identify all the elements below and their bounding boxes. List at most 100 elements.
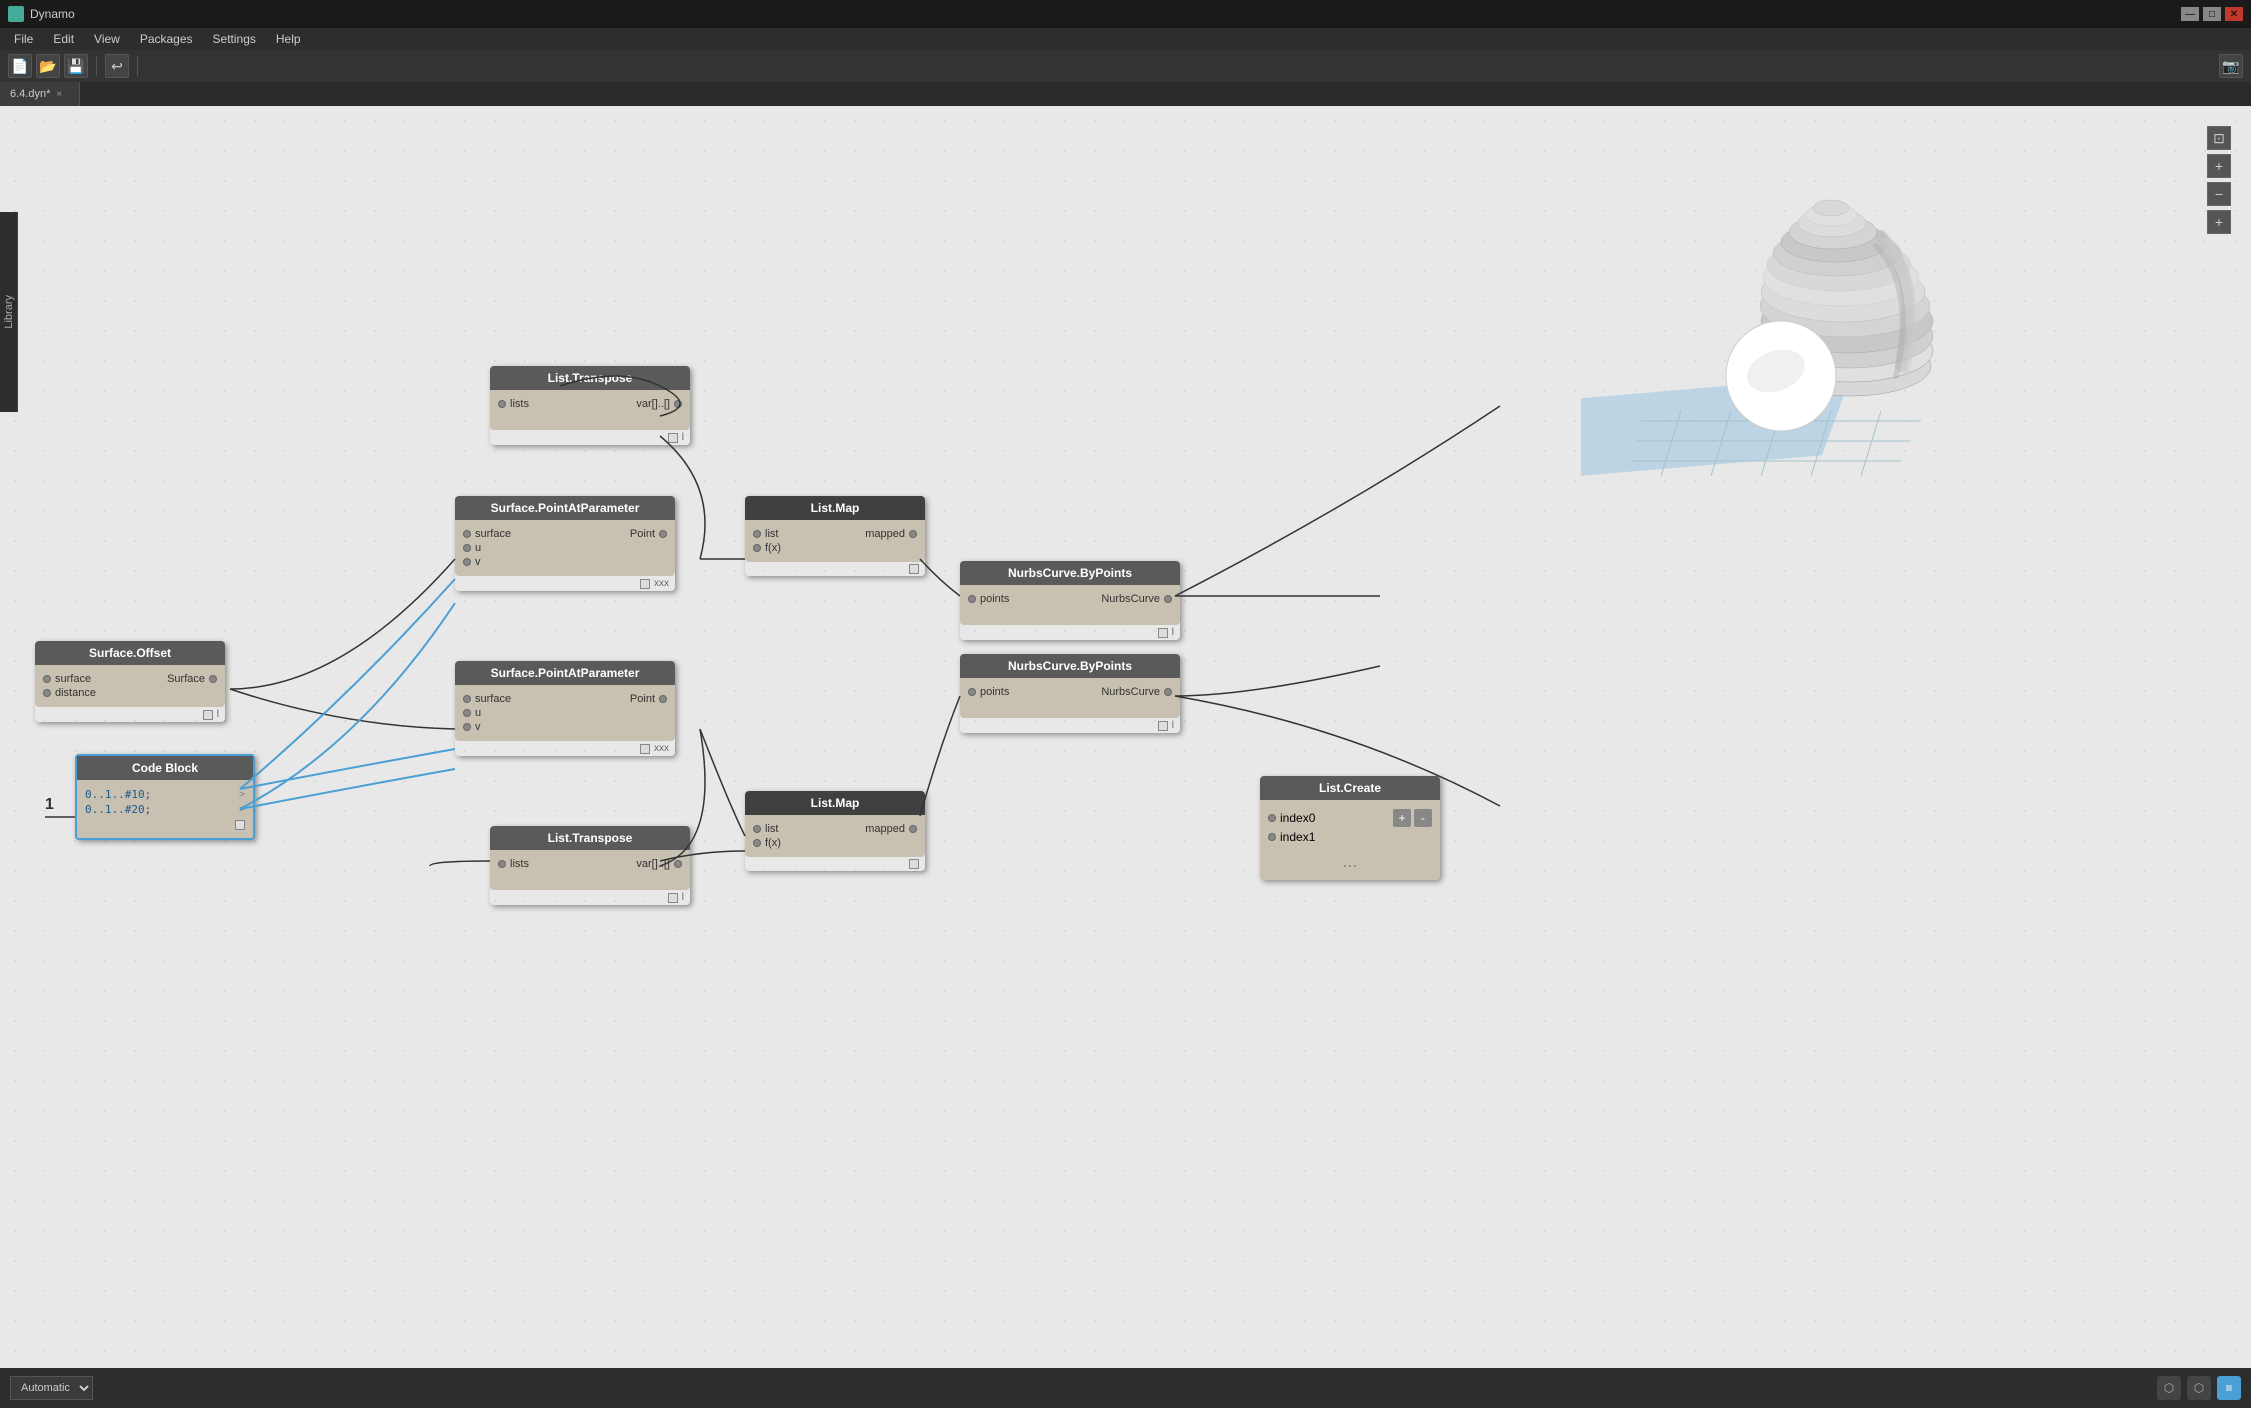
list-map-2-node[interactable]: List.Map list mapped f(x)	[745, 791, 925, 871]
menu-settings[interactable]: Settings	[203, 30, 266, 48]
zoom-reset-button[interactable]: +	[2207, 210, 2231, 234]
mapped-label-2: mapped	[865, 823, 905, 835]
surface-point-param-2-node[interactable]: Surface.PointAtParameter surface Point u	[455, 661, 675, 756]
status-icon-3[interactable]: ≡	[2217, 1376, 2241, 1400]
menu-file[interactable]: File	[4, 30, 43, 48]
surface-offset-header: Surface.Offset	[35, 641, 225, 665]
node-checkbox-3[interactable]	[909, 564, 919, 574]
list-create-remove-button[interactable]: -	[1414, 809, 1432, 827]
status-icon-1[interactable]: ⬡	[2157, 1376, 2181, 1400]
lists-port-2	[498, 860, 506, 868]
mapped-label-1: mapped	[865, 528, 905, 540]
fit-button[interactable]: ⊡	[2207, 126, 2231, 150]
tab-bar: 6.4.dyn* ×	[0, 82, 2251, 106]
vararray-label: var[]..[]	[636, 398, 670, 410]
index1-port	[1268, 833, 1276, 841]
index1-label: index1	[1280, 830, 1315, 844]
undo-button[interactable]: ↩	[105, 54, 129, 78]
library-label: Library	[3, 295, 15, 329]
code-block-node[interactable]: 1 Code Block 0..1..#10; > 0..1..#20; >	[75, 754, 255, 840]
app-title: Dynamo	[30, 7, 2181, 21]
tab-close-button[interactable]: ×	[56, 89, 62, 100]
surface-port	[463, 530, 471, 538]
surface-out-port	[209, 675, 217, 683]
node-small-l-2: l	[1172, 720, 1174, 731]
vararray-label-2: var[]..[]	[636, 858, 670, 870]
toolbar-separator-2	[137, 56, 138, 76]
distance-port	[43, 689, 51, 697]
3d-preview	[1581, 156, 2001, 516]
surface-in-port	[43, 675, 51, 683]
node-checkbox-4[interactable]	[909, 859, 919, 869]
node-checkbox-2[interactable]	[640, 744, 650, 754]
menu-packages[interactable]: Packages	[130, 30, 203, 48]
node-checkbox[interactable]	[668, 433, 678, 443]
list-transpose-1-node[interactable]: List.Transpose lists var[]..[] l	[490, 366, 690, 445]
camera-button[interactable]: 📷	[2219, 54, 2243, 78]
window-controls: — □ ✕	[2181, 7, 2243, 21]
close-button[interactable]: ✕	[2225, 7, 2243, 21]
surface-offset-body: surface Surface distance	[35, 665, 225, 707]
node-small-label: l	[682, 432, 684, 443]
list-create-add-button[interactable]: +	[1393, 809, 1411, 827]
new-button[interactable]: 📄	[8, 54, 32, 78]
library-panel[interactable]: Library	[0, 212, 18, 412]
run-mode-select[interactable]: Automatic Manual	[10, 1376, 93, 1400]
list-map-2-header: List.Map	[745, 791, 925, 815]
mapped-out-2	[909, 825, 917, 833]
status-bar: Automatic Manual ⬡ ⬡ ≡	[0, 1368, 2251, 1408]
save-button[interactable]: 💾	[64, 54, 88, 78]
zoom-in-button[interactable]: +	[2207, 154, 2231, 178]
code-block-checkbox[interactable]	[235, 820, 245, 830]
index0-port	[1268, 814, 1276, 822]
list-transpose-2-header: List.Transpose	[490, 826, 690, 850]
zoom-out-button[interactable]: −	[2207, 182, 2231, 206]
points-port-1	[968, 595, 976, 603]
nurbscurve-out-1	[1164, 595, 1172, 603]
menu-help[interactable]: Help	[266, 30, 311, 48]
nurbs-curve-2-header: NurbsCurve.ByPoints	[960, 654, 1180, 678]
app-icon	[8, 6, 24, 22]
u-label-2: u	[475, 707, 481, 719]
nurbs-curve-2-node[interactable]: NurbsCurve.ByPoints points NurbsCurve l	[960, 654, 1180, 733]
node-checkbox-7[interactable]	[203, 710, 213, 720]
node-checkbox-8[interactable]	[668, 893, 678, 903]
canvas[interactable]: Library ⊡ + − +	[0, 106, 2251, 1408]
output-port-dot-2	[674, 860, 682, 868]
xxx-label: xxx	[654, 578, 669, 589]
open-button[interactable]: 📂	[36, 54, 60, 78]
surface-point-param-1-body: surface Point u v	[455, 520, 675, 576]
menu-bar: File Edit View Packages Settings Help	[0, 28, 2251, 50]
title-bar: Dynamo — □ ✕	[0, 0, 2251, 28]
node-checkbox-1[interactable]	[640, 579, 650, 589]
list-port-2	[753, 825, 761, 833]
points-label-1: points	[980, 593, 1009, 605]
node-small-l-4: l	[682, 892, 684, 903]
fx-port-2	[753, 839, 761, 847]
nurbscurve-out-2	[1164, 688, 1172, 696]
surface-point-param-1-header: Surface.PointAtParameter	[455, 496, 675, 520]
list-transpose-2-node[interactable]: List.Transpose lists var[]..[] l	[490, 826, 690, 905]
surface-offset-node[interactable]: Surface.Offset surface Surface distance	[35, 641, 225, 722]
maximize-button[interactable]: □	[2203, 7, 2221, 21]
code-block-header: Code Block	[77, 756, 253, 780]
tab-main[interactable]: 6.4.dyn* ×	[0, 82, 80, 106]
node-checkbox-6[interactable]	[1158, 721, 1168, 731]
lists-label-2: lists	[510, 858, 529, 870]
mapped-out-1	[909, 530, 917, 538]
surface-point-param-1-node[interactable]: Surface.PointAtParameter surface Point u	[455, 496, 675, 591]
status-icon-2[interactable]: ⬡	[2187, 1376, 2211, 1400]
distance-label: distance	[55, 687, 96, 699]
u-label: u	[475, 542, 481, 554]
v-port-2	[463, 723, 471, 731]
toolbar: 📄 📂 💾 ↩ 📷	[0, 50, 2251, 82]
list-create-node[interactable]: List.Create index0 + - index1 ...	[1260, 776, 1440, 880]
node-checkbox-5[interactable]	[1158, 628, 1168, 638]
nurbs-curve-1-node[interactable]: NurbsCurve.ByPoints points NurbsCurve l	[960, 561, 1180, 640]
menu-view[interactable]: View	[84, 30, 130, 48]
nurbs-curve-1-header: NurbsCurve.ByPoints	[960, 561, 1180, 585]
points-label-2: points	[980, 686, 1009, 698]
list-map-1-node[interactable]: List.Map list mapped f(x)	[745, 496, 925, 576]
menu-edit[interactable]: Edit	[43, 30, 84, 48]
minimize-button[interactable]: —	[2181, 7, 2199, 21]
